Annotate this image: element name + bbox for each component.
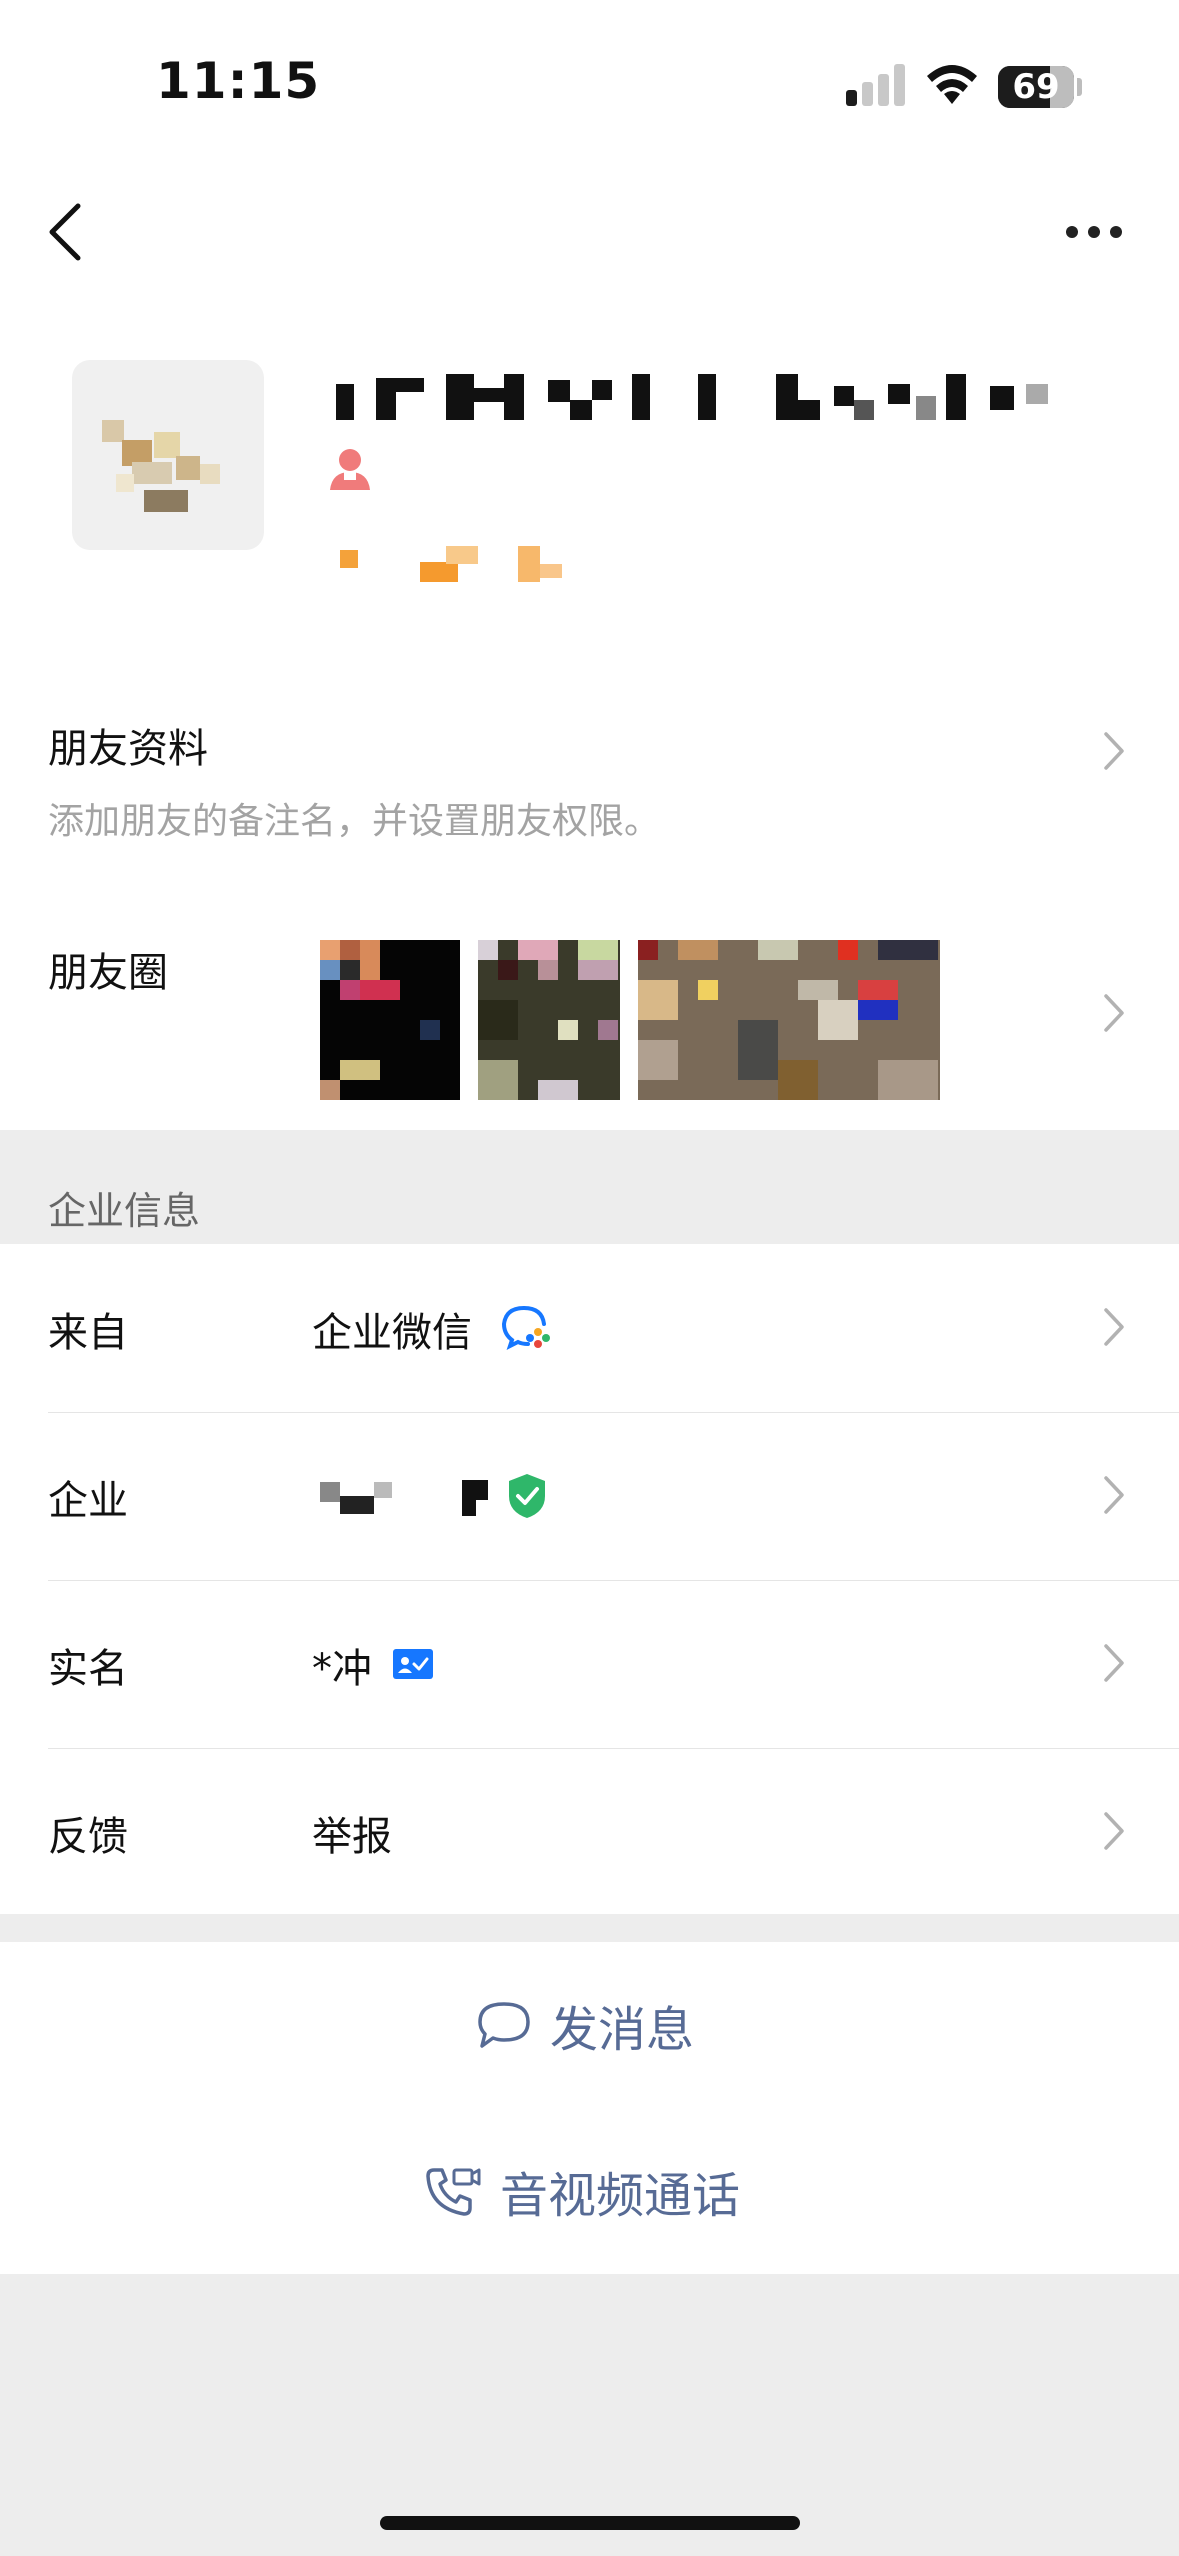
enterprise-row-company[interactable]: 企业 [0,1412,1179,1580]
chevron-right-icon [1104,1812,1124,1850]
moments-thumbnail [478,940,620,1100]
chevron-left-icon[interactable] [44,200,88,264]
chevron-right-icon [1104,994,1124,1032]
enterprise-row-realname[interactable]: 实名 *冲 [0,1580,1179,1748]
status-time: 11:15 [156,52,321,110]
moments-thumbnail [320,940,460,1100]
enterprise-row-from[interactable]: 来自 企业微信 [0,1244,1179,1412]
moments-row[interactable]: 朋友圈 [0,892,1179,1130]
company-name-redacted [320,1480,488,1516]
row-key: 实名 [48,1646,128,1692]
chevron-right-icon [1104,732,1124,770]
more-dots-icon[interactable] [1064,220,1124,244]
name-redacted [336,374,1048,420]
chevron-right-icon [1104,1644,1124,1682]
chevron-right-icon [1104,1308,1124,1346]
female-icon [330,449,370,490]
battery-cap [1077,78,1082,96]
moments-thumbnail [638,940,940,1100]
status-bar: 11:15 69 [0,0,1179,160]
verified-shield-icon [509,1474,545,1518]
row-key: 企业 [48,1478,128,1524]
cellular-signal-icon [846,62,906,106]
row-value: *冲 [312,1646,372,1692]
enterprise-section-title: 企业信息 [48,1189,201,1233]
id-card-verified-icon [393,1649,433,1679]
chevron-right-icon [1104,1476,1124,1514]
enterprise-row-feedback[interactable]: 反馈 举报 [0,1748,1179,1916]
phone-video-icon [426,2168,481,2216]
av-call-label: 音视频通话 [500,2168,741,2224]
nav-bar [0,160,1179,300]
avatar[interactable] [72,360,264,550]
friend-info-title: 朋友资料 [48,726,208,772]
profile-header [0,300,1179,668]
row-key: 来自 [48,1310,128,1356]
chat-bubble-icon [478,2002,530,2048]
row-value: 企业微信 [312,1310,472,1356]
battery-level: 69 [1012,67,1060,107]
av-call-button[interactable]: 音视频通话 [0,2108,1179,2274]
home-indicator [380,2516,800,2530]
region-redacted [340,546,562,582]
battery-icon: 69 [998,66,1074,108]
friend-info-subtitle: 添加朋友的备注名，并设置朋友权限。 [48,801,661,842]
send-message-button[interactable]: 发消息 [0,1942,1179,2108]
wifi-icon [927,65,977,104]
row-value: 举报 [312,1814,392,1860]
moments-title: 朋友圈 [48,950,168,996]
row-key: 反馈 [48,1814,128,1860]
send-message-label: 发消息 [550,2002,695,2058]
wecom-logo-icon [501,1306,550,1350]
enterprise-info-group: 来自 企业微信 企业 实名 *冲 反馈 举报 [0,1244,1179,1914]
friend-info-row[interactable]: 朋友资料 添加朋友的备注名，并设置朋友权限。 [0,668,1179,892]
